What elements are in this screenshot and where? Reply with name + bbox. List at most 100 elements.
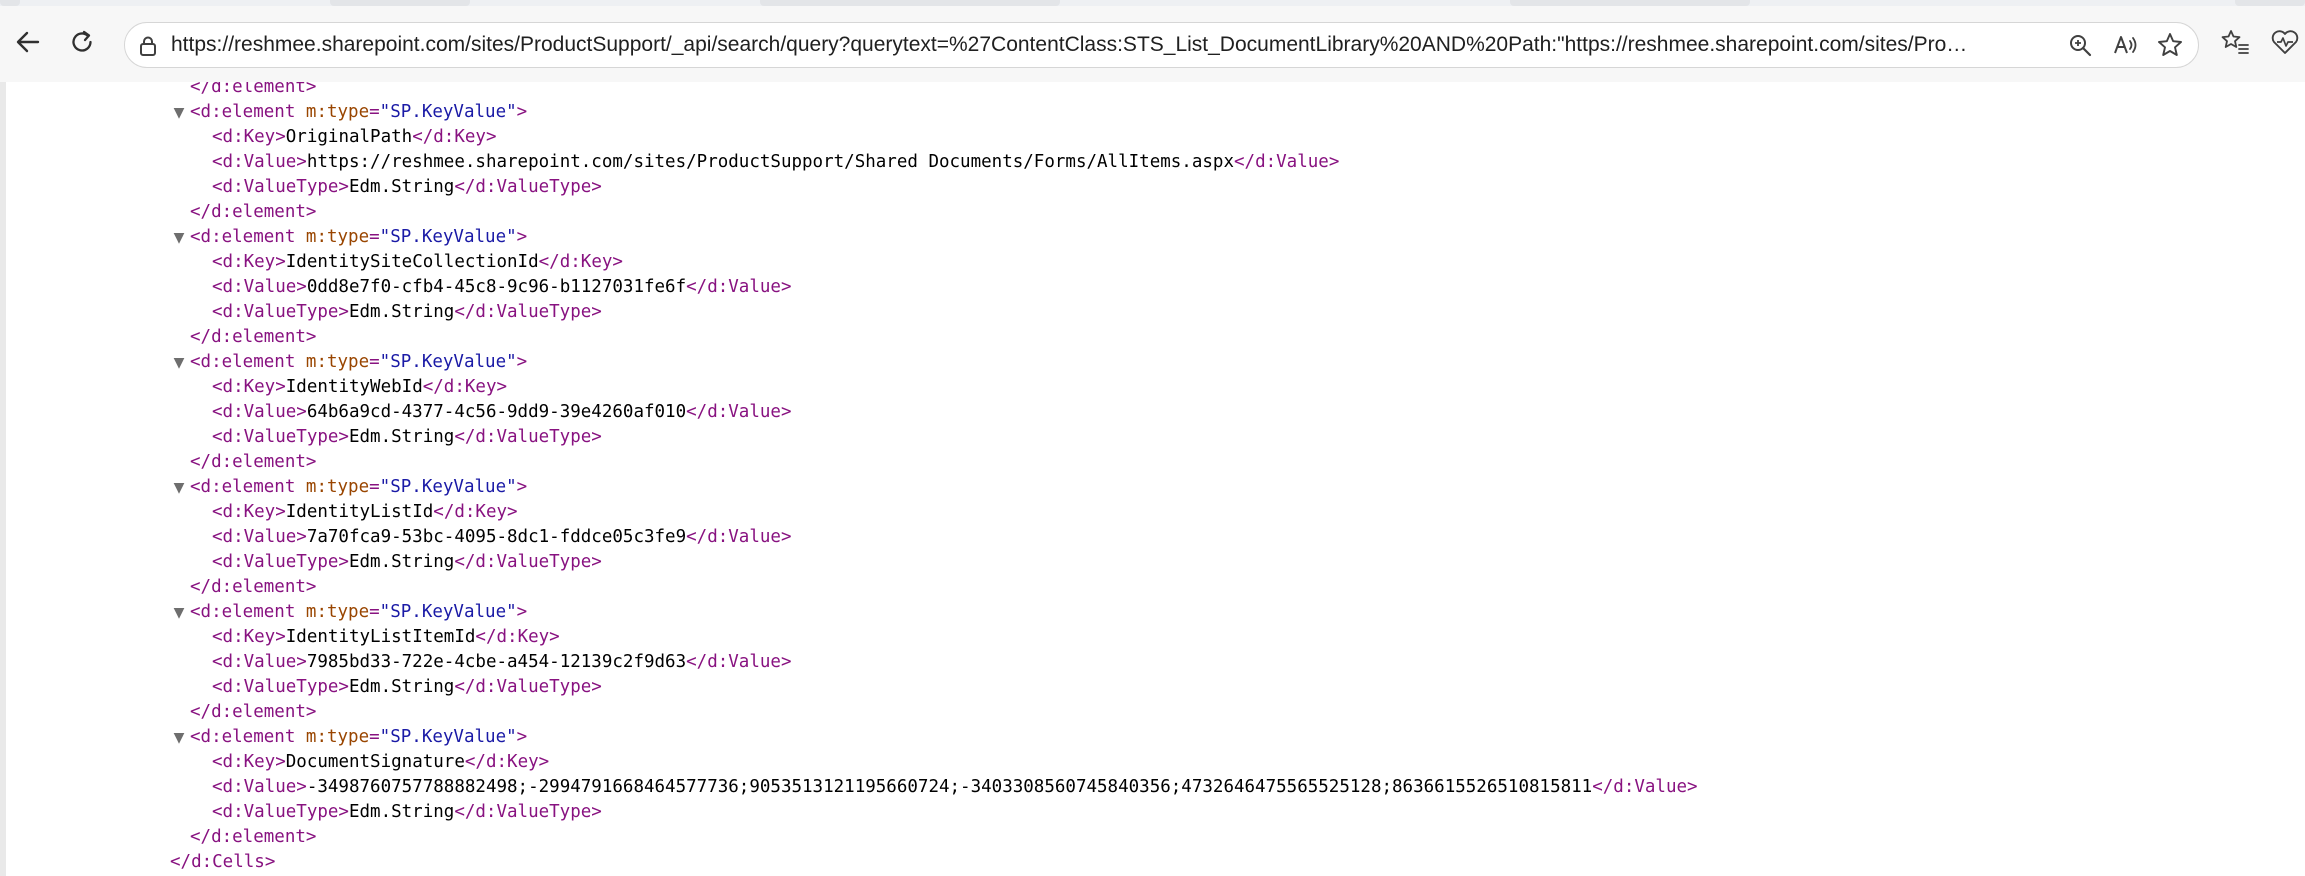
tag-name: <d:element — [190, 477, 306, 497]
tag-name: <d:element — [190, 102, 306, 122]
open-tag: <d:Key> — [212, 502, 286, 522]
key-line: <d:Key>IdentitySiteCollectionId</d:Key> — [212, 250, 623, 275]
reload-button[interactable] — [62, 24, 102, 64]
attr-value: "SP.KeyValue" — [379, 477, 517, 497]
close-tag: </d:ValueType> — [454, 427, 602, 447]
close-tag: </d:Value> — [1592, 777, 1698, 797]
tag-close: > — [516, 602, 528, 622]
close-tag: </d:Value> — [686, 402, 792, 422]
tag-close: > — [516, 227, 528, 247]
attr-value: "SP.KeyValue" — [379, 352, 517, 372]
collapse-triangle-icon[interactable]: ▼ — [172, 225, 186, 250]
open-tag: <d:Value> — [212, 777, 307, 797]
collapse-triangle-icon[interactable]: ▼ — [172, 100, 186, 125]
tag-text: </d:element> — [190, 327, 317, 347]
element-open-tag: <d:element m:type="SP.KeyValue"> — [190, 100, 527, 125]
collapse-triangle-icon[interactable]: ▼ — [172, 475, 186, 500]
url-text[interactable]: https://reshmee.sharepoint.com/sites/Pro… — [171, 23, 1971, 67]
back-button[interactable] — [8, 24, 48, 64]
value-line-text: 64b6a9cd-4377-4c56-9dd9-39e4260af010 — [306, 402, 687, 422]
key-line: <d:Key>OriginalPath</d:Key> — [212, 125, 497, 150]
reload-icon — [67, 27, 97, 61]
tag-name: <d:element — [190, 227, 306, 247]
open-tag: <d:ValueType> — [212, 427, 349, 447]
element-open-tag: <d:element m:type="SP.KeyValue"> — [190, 225, 527, 250]
value-line-text: https://reshmee.sharepoint.com/sites/Pro… — [306, 152, 1234, 172]
element-close-tag: </d:element> — [190, 325, 316, 350]
attr-eq: = — [369, 727, 380, 747]
arrow-left-icon — [13, 27, 43, 61]
tag-text: </d:element> — [190, 702, 317, 722]
attr-value: "SP.KeyValue" — [379, 102, 517, 122]
close-tag: </d:Key> — [412, 127, 497, 147]
key-line-text: DocumentSignature — [285, 752, 465, 772]
tag-close: > — [516, 477, 528, 497]
close-tag: </d:Key> — [464, 752, 550, 772]
element-close-tag: </d:element> — [190, 450, 316, 475]
key-line: <d:Key>DocumentSignature</d:Key> — [212, 750, 549, 775]
key-line: <d:Key>IdentityListItemId</d:Key> — [212, 625, 560, 650]
open-tag: <d:Key> — [212, 127, 286, 147]
close-tag: </d:Value> — [1234, 152, 1340, 172]
collapse-triangle-icon[interactable]: ▼ — [172, 350, 186, 375]
key-line-text: OriginalPath — [285, 127, 413, 147]
key-line: <d:Key>IdentityListId</d:Key> — [212, 500, 518, 525]
key-line-text: IdentityListId — [285, 502, 434, 522]
collapse-triangle-icon[interactable]: ▼ — [172, 600, 186, 625]
close-tag: </d:Key> — [422, 377, 508, 397]
open-tag: <d:ValueType> — [212, 677, 349, 697]
attr-eq: = — [369, 477, 380, 497]
close-tag: </d:ValueType> — [454, 677, 602, 697]
valuetype-line-text: Edm.String — [348, 177, 455, 197]
open-tag: <d:Key> — [212, 627, 286, 647]
key-line-text: IdentityWebId — [285, 377, 423, 397]
open-tag: <d:Key> — [212, 752, 286, 772]
attr-name: m:type — [305, 477, 370, 497]
attr-name: m:type — [305, 102, 370, 122]
tag-name: <d:element — [190, 352, 306, 372]
address-bar[interactable]: https://reshmee.sharepoint.com/sites/Pro… — [124, 22, 2199, 68]
favorites-button[interactable] — [2215, 24, 2255, 64]
tag-text: </d:element> — [190, 452, 317, 472]
read-aloud-icon[interactable] — [2110, 30, 2140, 60]
zoom-icon[interactable] — [2065, 30, 2095, 60]
attr-name: m:type — [305, 602, 370, 622]
attr-eq: = — [369, 227, 380, 247]
element-open-tag: <d:element m:type="SP.KeyValue"> — [190, 350, 527, 375]
open-tag: <d:Value> — [212, 527, 307, 547]
valuetype-line: <d:ValueType>Edm.String</d:ValueType> — [212, 300, 602, 325]
close-tag: </d:ValueType> — [454, 302, 602, 322]
lock-icon[interactable] — [135, 33, 161, 59]
value-line-text: 7a70fca9-53bc-4095-8dc1-fddce05c3fe9 — [306, 527, 687, 547]
key-line-text: IdentitySiteCollectionId — [285, 252, 539, 272]
close-tag: </d:ValueType> — [454, 552, 602, 572]
attr-name: m:type — [305, 727, 370, 747]
cells-close-tag: </d:Cells> — [170, 850, 275, 875]
value-line: <d:Value>-3498760757788882498;-299479166… — [212, 775, 1698, 800]
key-line-text: IdentityListItemId — [285, 627, 476, 647]
value-line: <d:Value>0dd8e7f0-cfb4-45c8-9c96-b112703… — [212, 275, 791, 300]
attr-value: "SP.KeyValue" — [379, 602, 517, 622]
value-line-text: 7985bd33-722e-4cbe-a454-12139c2f9d63 — [306, 652, 687, 672]
tag-name: <d:element — [190, 602, 306, 622]
close-tag: </d:ValueType> — [454, 177, 602, 197]
browser-essentials-button[interactable] — [2265, 24, 2305, 64]
element-close-tag: </d:element> — [190, 82, 316, 100]
close-tag: </d:Key> — [433, 502, 518, 522]
valuetype-line-text: Edm.String — [348, 427, 455, 447]
valuetype-line-text: Edm.String — [348, 677, 455, 697]
element-open-tag: <d:element m:type="SP.KeyValue"> — [190, 475, 527, 500]
collapse-triangle-icon[interactable]: ▼ — [172, 725, 186, 750]
value-line-text: 0dd8e7f0-cfb4-45c8-9c96-b1127031fe6f — [306, 277, 687, 297]
value-line: <d:Value>7a70fca9-53bc-4095-8dc1-fddce05… — [212, 525, 791, 550]
tag-text: </d:Cells> — [170, 852, 276, 872]
tag-text: </d:element> — [190, 82, 317, 97]
tag-text: </d:element> — [190, 577, 317, 597]
star-icon[interactable] — [2155, 30, 2185, 60]
valuetype-line-text: Edm.String — [348, 552, 455, 572]
close-tag: </d:Value> — [686, 652, 792, 672]
value-line: <d:Value>64b6a9cd-4377-4c56-9dd9-39e4260… — [212, 400, 791, 425]
valuetype-line-text: Edm.String — [348, 802, 455, 822]
valuetype-line: <d:ValueType>Edm.String</d:ValueType> — [212, 175, 602, 200]
tag-text: </d:element> — [190, 202, 317, 222]
